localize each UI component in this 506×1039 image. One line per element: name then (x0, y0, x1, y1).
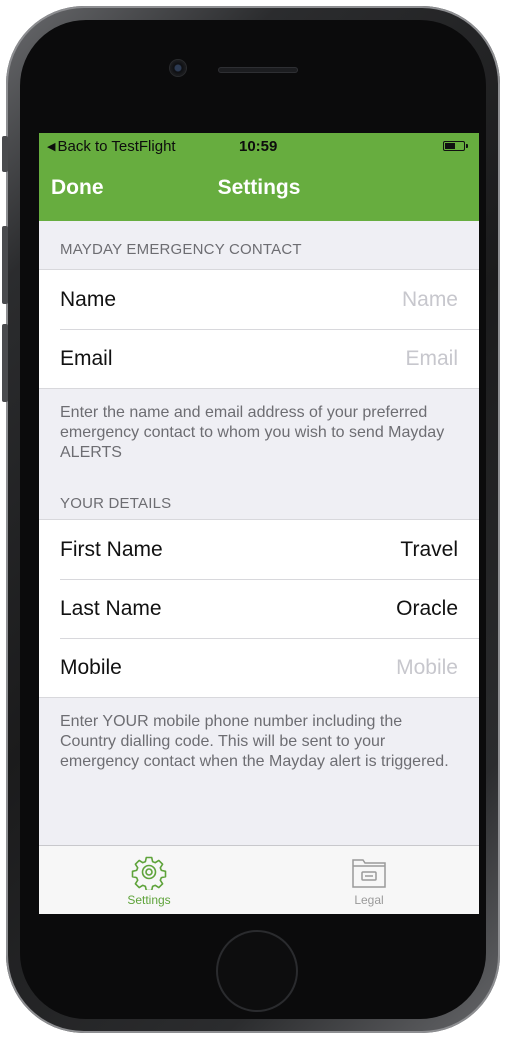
emergency-section-footer: Enter the name and email address of your… (60, 404, 445, 461)
volume-down-button (2, 324, 8, 402)
home-button[interactable] (218, 932, 296, 1010)
emergency-contact-group: Name Email (39, 269, 479, 389)
folder-icon (314, 852, 424, 892)
first-name-row[interactable]: First Name Travel (39, 520, 479, 579)
navigation-bar: Done Settings (39, 159, 479, 221)
back-triangle-icon: ◀ (47, 141, 56, 153)
front-camera (170, 60, 186, 76)
last-name-value[interactable]: Oracle (396, 597, 458, 621)
name-input[interactable] (258, 287, 458, 312)
app-screen: ◀ Back to TestFlight 10:59 Done Settings… (39, 133, 479, 914)
battery-fill (445, 143, 455, 149)
mute-switch (2, 136, 8, 172)
status-bar: ◀ Back to TestFlight 10:59 (39, 133, 479, 159)
your-details-group: First Name Travel Last Name Oracle Mobil… (39, 519, 479, 698)
email-row[interactable]: Email (39, 329, 479, 388)
last-name-label: Last Name (60, 596, 162, 620)
last-name-row[interactable]: Last Name Oracle (39, 579, 479, 638)
earpiece-speaker (218, 67, 298, 73)
email-input[interactable] (258, 346, 458, 371)
battery-icon (443, 141, 468, 151)
emergency-section-header: MAYDAY EMERGENCY CONTACT (60, 241, 302, 258)
name-row[interactable]: Name (39, 270, 479, 329)
details-section-footer: Enter YOUR mobile phone number including… (60, 713, 449, 770)
tab-legal[interactable]: Legal (314, 846, 424, 914)
email-label: Email (60, 346, 113, 370)
back-to-testflight-link[interactable]: ◀ Back to TestFlight (47, 138, 176, 155)
tab-settings[interactable]: Settings (94, 846, 204, 914)
mobile-label: Mobile (60, 655, 122, 679)
tab-bar: Settings Legal (39, 845, 479, 914)
first-name-value[interactable]: Travel (400, 538, 458, 562)
details-section-header: YOUR DETAILS (60, 495, 172, 512)
tab-legal-label: Legal (354, 893, 384, 907)
gear-icon (94, 852, 204, 892)
first-name-label: First Name (60, 537, 163, 561)
mobile-input[interactable] (258, 655, 458, 680)
page-title: Settings (217, 176, 301, 199)
tab-settings-label: Settings (127, 893, 171, 907)
mobile-row[interactable]: Mobile (39, 638, 479, 697)
volume-up-button (2, 226, 8, 304)
status-time: 10:59 (239, 138, 278, 155)
name-label: Name (60, 287, 117, 311)
back-label: Back to TestFlight (57, 138, 176, 155)
